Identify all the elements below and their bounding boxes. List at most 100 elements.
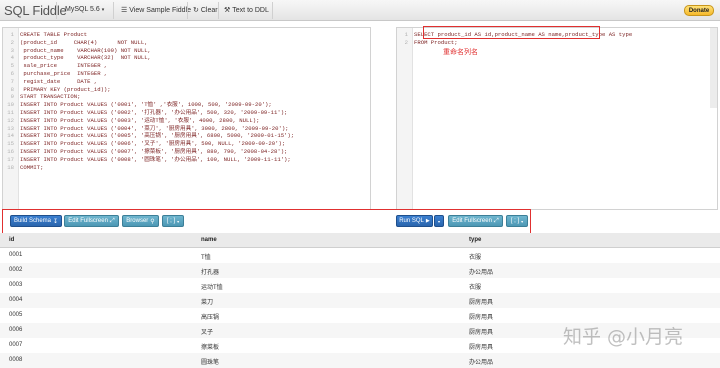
code-line: 15 INSERT INTO Product VALUES ('0006', '叉… bbox=[3, 140, 294, 148]
schema-editor[interactable]: 1 CREATE TABLE Product 2 (product_id CHAR(4… bbox=[2, 27, 371, 210]
table-cell: 0001 bbox=[9, 252, 23, 258]
line-number: 17 bbox=[7, 155, 14, 163]
line-number: 7 bbox=[10, 77, 14, 85]
table-cell: 办公用品 bbox=[469, 360, 494, 366]
table-cell: 0003 bbox=[9, 282, 23, 288]
table-row: 0005 高压锅 厨房用具 bbox=[0, 308, 720, 323]
browser-label: Browser bbox=[126, 218, 149, 224]
query-highlight-box bbox=[423, 26, 600, 39]
line-number: 2 bbox=[404, 38, 408, 46]
search-icon: ⚲ bbox=[150, 218, 155, 225]
table-row: 0002 打孔器 办公用品 bbox=[0, 263, 720, 278]
table-cell: 0002 bbox=[9, 267, 23, 273]
expand-icon: ⤢ bbox=[493, 217, 499, 224]
navbar-divider bbox=[272, 2, 273, 19]
code-text: INSERT INTO Product VALUES ('0003', '运动T… bbox=[20, 116, 260, 124]
column-header[interactable]: name bbox=[201, 237, 217, 243]
expand-icon: ⤢ bbox=[109, 217, 115, 224]
table-row: 0001 T恤 衣服 bbox=[0, 248, 720, 263]
code-line: 2 (product_id CHAR(4) NOT NULL, bbox=[3, 39, 294, 47]
text-to-ddl-label: Text to DDL bbox=[232, 6, 269, 14]
table-cell: 运动T恤 bbox=[201, 285, 223, 291]
code-text: INSERT INTO Product VALUES ('0007', '擦菜板… bbox=[20, 147, 288, 155]
chevron-down-icon: ▾ bbox=[437, 218, 440, 224]
table-cell: 厨房用具 bbox=[469, 315, 494, 321]
table-cell: 厨房用具 bbox=[469, 345, 494, 351]
code-text: START TRANSACTION; bbox=[20, 93, 81, 101]
line-number: 14 bbox=[7, 132, 14, 140]
code-line: 10 INSERT INTO Product VALUES ('0001', 'T… bbox=[3, 101, 294, 109]
line-number: 4 bbox=[10, 54, 14, 62]
code-text: COMMIT; bbox=[20, 163, 44, 171]
schema-fullscreen-label: Edit Fullscreen bbox=[68, 218, 108, 224]
query-scrollbar[interactable] bbox=[710, 28, 717, 108]
run-options-dropdown[interactable]: ▾ bbox=[434, 215, 444, 227]
code-text: PRIMARY KEY (product_id)); bbox=[20, 85, 111, 93]
line-number: 16 bbox=[7, 147, 14, 155]
code-text: CREATE TABLE Product bbox=[20, 31, 88, 38]
line-number: 13 bbox=[7, 124, 14, 132]
build-schema-label: Build Schema bbox=[13, 218, 51, 224]
code-line: 18 COMMIT; bbox=[3, 164, 294, 172]
query-fullscreen-label: Edit Fullscreen bbox=[452, 218, 492, 224]
table-cell: 叉子 bbox=[201, 330, 214, 336]
navbar-divider bbox=[56, 2, 57, 19]
navbar-divider bbox=[113, 2, 114, 19]
table-cell: 菜刀 bbox=[201, 300, 214, 306]
table-cell: 衣服 bbox=[469, 255, 482, 261]
code-line: 14 INSERT INTO Product VALUES ('0005', '高… bbox=[3, 132, 294, 140]
code-text: regist_date DATE , bbox=[20, 77, 98, 85]
line-number: 2 bbox=[10, 38, 14, 46]
code-text: product_type VARCHAR(32) NOT NULL, bbox=[20, 54, 151, 62]
line-number-gutter bbox=[397, 28, 413, 209]
schema-code[interactable]: 1 CREATE TABLE Product 2 (product_id CHAR(4… bbox=[3, 31, 294, 171]
table-cell: 高压锅 bbox=[201, 315, 220, 321]
code-line: 12 INSERT INTO Product VALUES ('0003', '运… bbox=[3, 117, 294, 125]
donate-button[interactable]: Donate bbox=[684, 5, 714, 16]
line-number: 6 bbox=[10, 69, 14, 77]
table-row: 0008 圆珠笔 办公用品 bbox=[0, 353, 720, 368]
code-text: FROM Product; bbox=[414, 38, 458, 46]
code-line: 9 START TRANSACTION; bbox=[3, 93, 294, 101]
schema-fullscreen-button[interactable]: Edit Fullscreen ⤢ bbox=[64, 215, 119, 227]
column-header[interactable]: type bbox=[469, 237, 481, 243]
code-line: 1 CREATE TABLE Product bbox=[3, 31, 294, 39]
database-select-label: MySQL 5.6 bbox=[65, 6, 100, 13]
view-sample-button[interactable]: ☰ View Sample Fiddle bbox=[121, 6, 191, 15]
build-schema-button[interactable]: Build Schema ↧ bbox=[10, 215, 62, 227]
table-cell: 厨房用具 bbox=[469, 330, 494, 336]
line-number: 15 bbox=[7, 140, 14, 148]
database-select[interactable]: MySQL 5.6 ▾ bbox=[65, 6, 104, 13]
code-line: 11 INSERT INTO Product VALUES ('0002', '打… bbox=[3, 109, 294, 117]
browser-button[interactable]: Browser ⚲ bbox=[122, 215, 159, 227]
table-cell: 衣服 bbox=[469, 285, 482, 291]
code-text: purchase_price INTEGER , bbox=[20, 69, 108, 77]
query-terminator-select[interactable]: [ ; ] ▾ bbox=[506, 215, 528, 227]
code-text: (product_id CHAR(4) NOT NULL, bbox=[20, 38, 148, 46]
clear-button[interactable]: ↻ Clear bbox=[193, 6, 218, 15]
code-line: 3 product_name VARCHAR(100) NOT NULL, bbox=[3, 47, 294, 55]
table-cell: 0007 bbox=[9, 342, 23, 348]
query-fullscreen-button[interactable]: Edit Fullscreen ⤢ bbox=[448, 215, 503, 227]
line-number: 9 bbox=[10, 93, 14, 101]
table-cell: 擦菜板 bbox=[201, 345, 220, 351]
query-terminator-label: [ ; ] bbox=[510, 218, 520, 224]
code-line: 2 FROM Product; bbox=[397, 39, 632, 47]
schema-terminator-select[interactable]: [ ; ] ▾ bbox=[162, 215, 184, 227]
table-cell: 0005 bbox=[9, 312, 23, 318]
code-text: product_name VARCHAR(100) NOT NULL, bbox=[20, 46, 151, 54]
table-cell: T恤 bbox=[201, 255, 211, 261]
app-brand[interactable]: SQL Fiddle bbox=[4, 3, 67, 18]
chevron-down-icon: ▾ bbox=[101, 6, 105, 13]
run-sql-button[interactable]: Run SQL ▶ bbox=[396, 215, 433, 227]
wrench-icon: ⚒ bbox=[224, 7, 231, 14]
code-line: 6 purchase_price INTEGER , bbox=[3, 70, 294, 78]
play-icon: ▶ bbox=[425, 218, 430, 224]
chevron-down-icon: ▾ bbox=[177, 218, 180, 224]
table-cell: 厨房用具 bbox=[469, 300, 494, 306]
code-text: INSERT INTO Product VALUES ('0002', '打孔器… bbox=[20, 108, 288, 116]
results-header-row: id name type bbox=[0, 233, 720, 248]
table-cell: 0006 bbox=[9, 327, 23, 333]
text-to-ddl-button[interactable]: ⚒ Text to DDL bbox=[224, 6, 269, 15]
column-header[interactable]: id bbox=[9, 237, 14, 243]
